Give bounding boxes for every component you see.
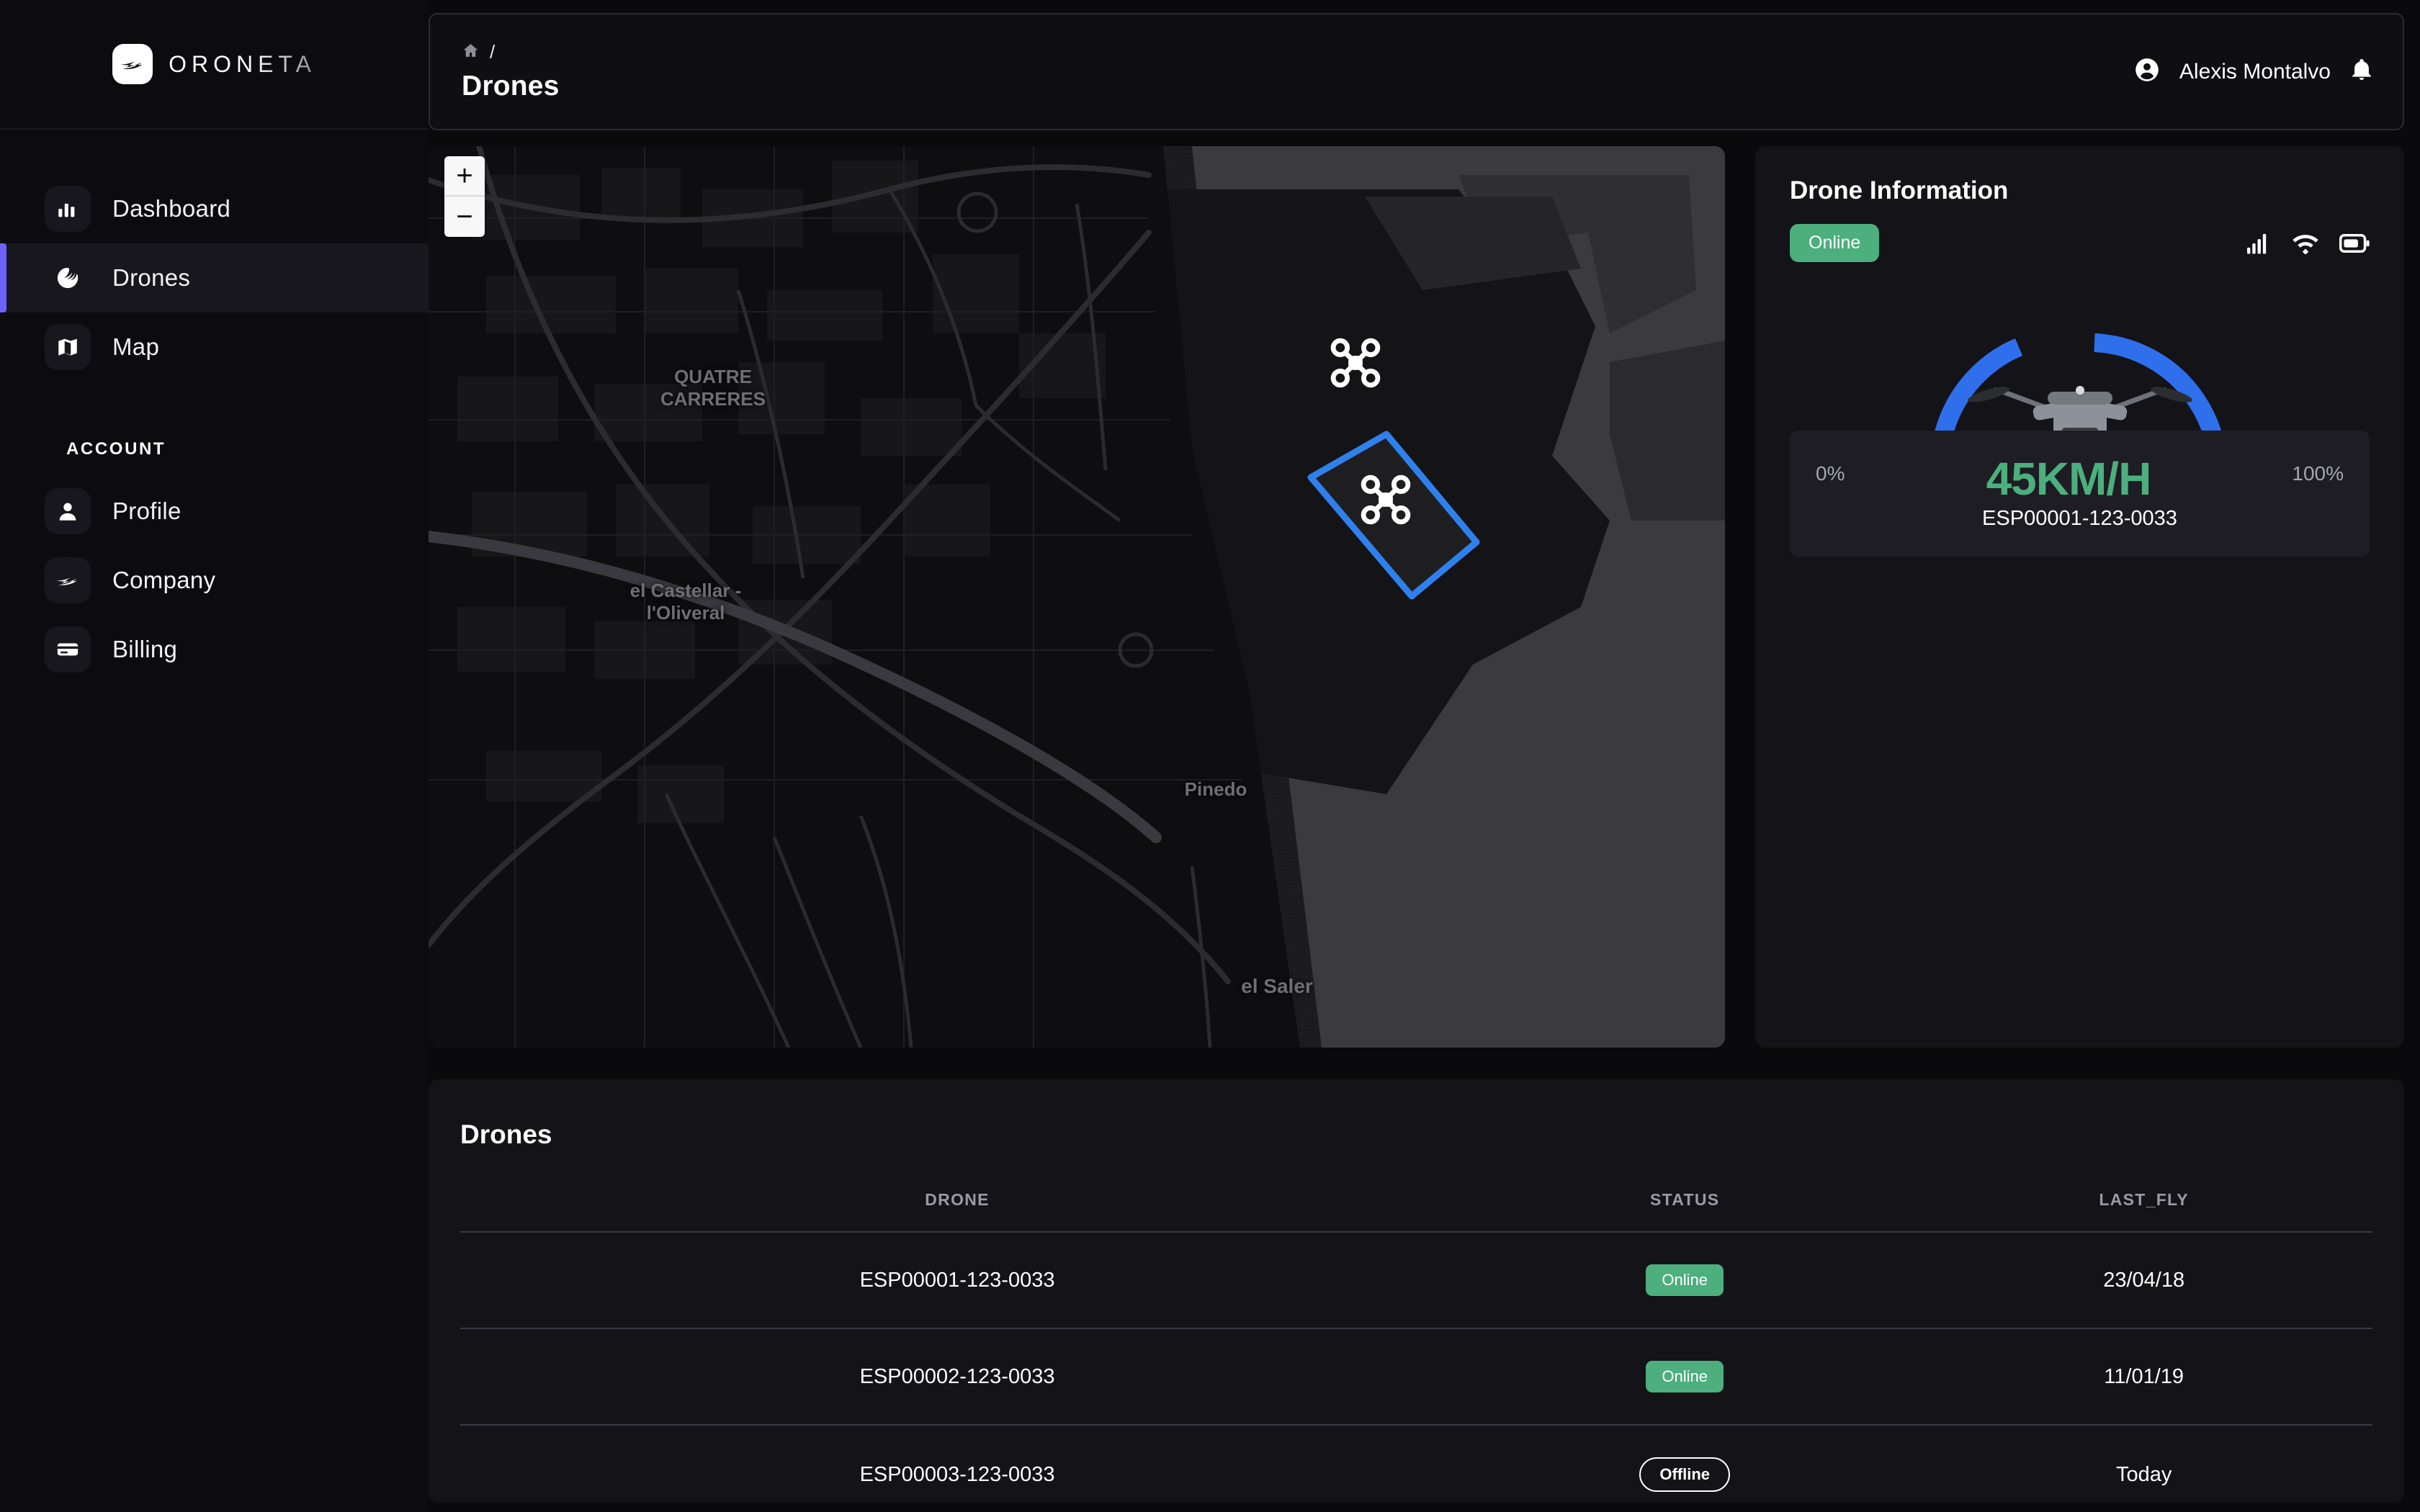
cell-status: Online: [1454, 1328, 1915, 1425]
map-icon: [45, 324, 91, 370]
table-row[interactable]: ESP00001-123-0033 Online 23/04/18: [460, 1232, 2372, 1328]
table-header-row: DRONE STATUS LAST_FLY: [460, 1190, 2372, 1232]
sidebar-item-drones[interactable]: Drones: [0, 243, 429, 312]
drones-table: DRONE STATUS LAST_FLY ESP00001-123-0033 …: [460, 1190, 2372, 1512]
paper-plane-icon: [45, 557, 91, 603]
drone-information-title: Drone Information: [1790, 176, 2370, 205]
primary-nav: Dashboard Drones Map ACCOUNT Profile: [0, 130, 429, 684]
map-canvas[interactable]: [429, 146, 1725, 1048]
sidebar-item-profile[interactable]: Profile: [0, 477, 429, 546]
cell-status: Offline: [1454, 1425, 1915, 1512]
page-title: Drones: [462, 71, 560, 102]
sidebar-item-billing[interactable]: Billing: [0, 615, 429, 684]
main-content: / Drones Alexis Montalvo: [429, 0, 2420, 1512]
column-header-status: STATUS: [1454, 1190, 1915, 1232]
sidebar-item-label: Drones: [112, 264, 190, 292]
gauge-min-label: 0%: [1816, 452, 1845, 485]
table-row[interactable]: ESP00002-123-0033 Online 11/01/19: [460, 1328, 2372, 1425]
speed-value: 45KM/H: [1986, 452, 2151, 505]
map-panel[interactable]: QUATRECARRERES el Castellar -l'Oliveral …: [429, 146, 1725, 1048]
status-badge: Offline: [1639, 1457, 1730, 1492]
drones-table-panel: Drones DRONE STATUS LAST_FLY ESP00001-12…: [429, 1079, 2404, 1503]
battery-icon: [2339, 234, 2370, 253]
map-drone-marker[interactable]: [1327, 335, 1384, 391]
cell-last-fly: 11/01/19: [1915, 1328, 2372, 1425]
brand-name: ORONETA: [169, 51, 316, 78]
cell-last-fly: 23/04/18: [1915, 1232, 2372, 1328]
telemetry-icons: [2246, 232, 2370, 255]
drone-swoosh-icon: [45, 255, 91, 301]
map-drone-marker[interactable]: [1358, 472, 1414, 528]
drones-table-title: Drones: [460, 1120, 2372, 1150]
cell-drone: ESP00002-123-0033: [460, 1328, 1454, 1425]
table-row[interactable]: ESP00003-123-0033 Offline Today: [460, 1425, 2372, 1512]
map-zoom-out-button[interactable]: −: [444, 197, 485, 237]
sidebar-item-map[interactable]: Map: [0, 312, 429, 382]
notification-bell-icon[interactable]: [2349, 58, 2374, 86]
status-badge: Online: [1646, 1361, 1724, 1392]
status-badge: Online: [1790, 224, 1879, 262]
bar-chart-icon: [45, 186, 91, 232]
sidebar-item-label: Company: [112, 567, 215, 594]
top-bar: / Drones Alexis Montalvo: [429, 13, 2404, 130]
sidebar-item-label: Dashboard: [112, 195, 230, 222]
cell-status: Online: [1454, 1232, 1915, 1328]
wifi-icon: [2292, 233, 2319, 254]
status-badge: Online: [1646, 1264, 1724, 1296]
content-row: QUATRECARRERES el Castellar -l'Oliveral …: [429, 146, 2404, 1048]
cell-drone: ESP00001-123-0033: [460, 1232, 1454, 1328]
breadcrumb[interactable]: /: [462, 41, 560, 63]
drone-serial: ESP00001-123-0033: [1816, 507, 2344, 531]
speed-readout: 0% 45KM/H 100% ESP00001-123-0033: [1790, 431, 2370, 557]
sidebar-item-dashboard[interactable]: Dashboard: [0, 174, 429, 243]
sidebar-item-label: Billing: [112, 636, 177, 663]
sidebar-section-account: ACCOUNT: [66, 439, 429, 459]
sidebar: ORONETA Dashboard Drones Map: [0, 0, 429, 1512]
drone-information-panel: Drone Information Online: [1755, 146, 2404, 1048]
brand-logo[interactable]: ORONETA: [0, 0, 429, 130]
sidebar-item-label: Map: [112, 333, 159, 361]
app-root: ORONETA Dashboard Drones Map: [0, 0, 2420, 1512]
account-circle-icon[interactable]: [2133, 56, 2161, 87]
credit-card-icon: [45, 626, 91, 672]
user-name: Alexis Montalvo: [2179, 60, 2331, 84]
gauge-max-label: 100%: [2292, 452, 2344, 485]
signal-bars-icon: [2246, 232, 2272, 255]
breadcrumb-separator: /: [490, 41, 495, 63]
column-header-last-fly: LAST_FLY: [1915, 1190, 2372, 1232]
map-zoom-in-button[interactable]: +: [444, 156, 485, 197]
home-icon[interactable]: [462, 42, 480, 63]
cell-last-fly: Today: [1915, 1425, 2372, 1512]
user-menu[interactable]: Alexis Montalvo: [2133, 56, 2374, 87]
column-header-drone: DRONE: [460, 1190, 1454, 1232]
sidebar-item-label: Profile: [112, 498, 182, 525]
cell-drone: ESP00003-123-0033: [460, 1425, 1454, 1512]
sidebar-item-company[interactable]: Company: [0, 546, 429, 615]
map-zoom-controls[interactable]: + −: [444, 156, 485, 237]
person-icon: [45, 488, 91, 534]
paper-plane-icon: [112, 44, 153, 84]
